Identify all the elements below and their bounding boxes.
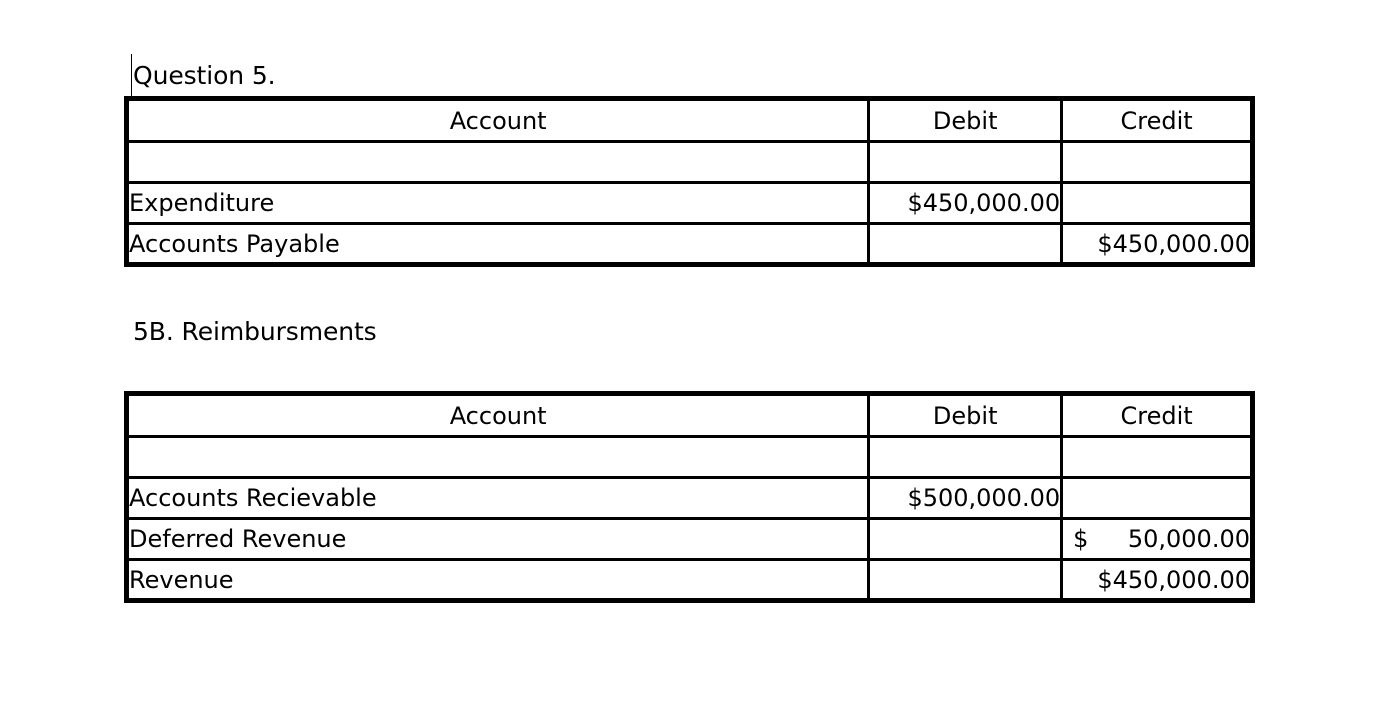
- table-row[interactable]: [124, 140, 1254, 184]
- table-row[interactable]: Accounts Recievable $500,000.00: [124, 476, 1254, 520]
- cell-debit[interactable]: $450,000.00: [867, 181, 1064, 225]
- table-row[interactable]: [124, 435, 1254, 479]
- cell-account[interactable]: Accounts Payable: [124, 222, 871, 266]
- cell-credit[interactable]: $450,000.00: [1060, 222, 1254, 266]
- accounting-amount: $ 50,000.00: [1065, 525, 1250, 553]
- section-title-5b-reimbursements: 5B. Reimbursments: [133, 317, 377, 346]
- cell-account[interactable]: Deferred Revenue: [124, 517, 871, 561]
- table-row[interactable]: Deferred Revenue $ 50,000.00: [124, 517, 1254, 561]
- cell-debit[interactable]: [867, 140, 1064, 184]
- cell-credit[interactable]: [1060, 435, 1254, 479]
- currency-symbol: $: [1073, 525, 1089, 553]
- cell-debit[interactable]: [867, 222, 1064, 266]
- column-header-credit: Credit: [1060, 97, 1254, 143]
- amount-value: 50,000.00: [1127, 525, 1250, 553]
- cell-account[interactable]: Accounts Recievable: [124, 476, 871, 520]
- cell-account[interactable]: Expenditure: [124, 181, 871, 225]
- cell-account[interactable]: [124, 435, 871, 479]
- cell-account[interactable]: [124, 140, 871, 184]
- column-header-credit: Credit: [1060, 392, 1254, 438]
- column-header-debit: Debit: [867, 392, 1064, 438]
- journal-entry-table-1: Account Debit Credit Expenditure $450,00…: [124, 96, 1255, 267]
- column-header-account: Account: [124, 97, 871, 143]
- cell-credit[interactable]: [1060, 140, 1254, 184]
- cell-debit[interactable]: [867, 435, 1064, 479]
- cell-credit[interactable]: $450,000.00: [1060, 558, 1254, 602]
- column-header-debit: Debit: [867, 97, 1064, 143]
- page-title-question-5: Question 5.: [133, 61, 276, 90]
- table-header-row: Account Debit Credit: [124, 392, 1254, 438]
- table-row[interactable]: Revenue $450,000.00: [124, 558, 1254, 602]
- cell-credit[interactable]: $ 50,000.00: [1060, 517, 1254, 561]
- cell-debit[interactable]: $500,000.00: [867, 476, 1064, 520]
- cell-debit[interactable]: [867, 558, 1064, 602]
- table-header-row: Account Debit Credit: [124, 97, 1254, 143]
- table-row[interactable]: Accounts Payable $450,000.00: [124, 222, 1254, 266]
- cell-credit[interactable]: [1060, 476, 1254, 520]
- document-page: Question 5. Account Debit Credit Expendi…: [0, 0, 1381, 718]
- cell-debit[interactable]: [867, 517, 1064, 561]
- cell-account[interactable]: Revenue: [124, 558, 871, 602]
- journal-entry-table-2: Account Debit Credit Accounts Recievable…: [124, 391, 1255, 603]
- column-header-account: Account: [124, 392, 871, 438]
- cell-credit[interactable]: [1060, 181, 1254, 225]
- table-row[interactable]: Expenditure $450,000.00: [124, 181, 1254, 225]
- text-cursor-icon: [131, 54, 132, 96]
